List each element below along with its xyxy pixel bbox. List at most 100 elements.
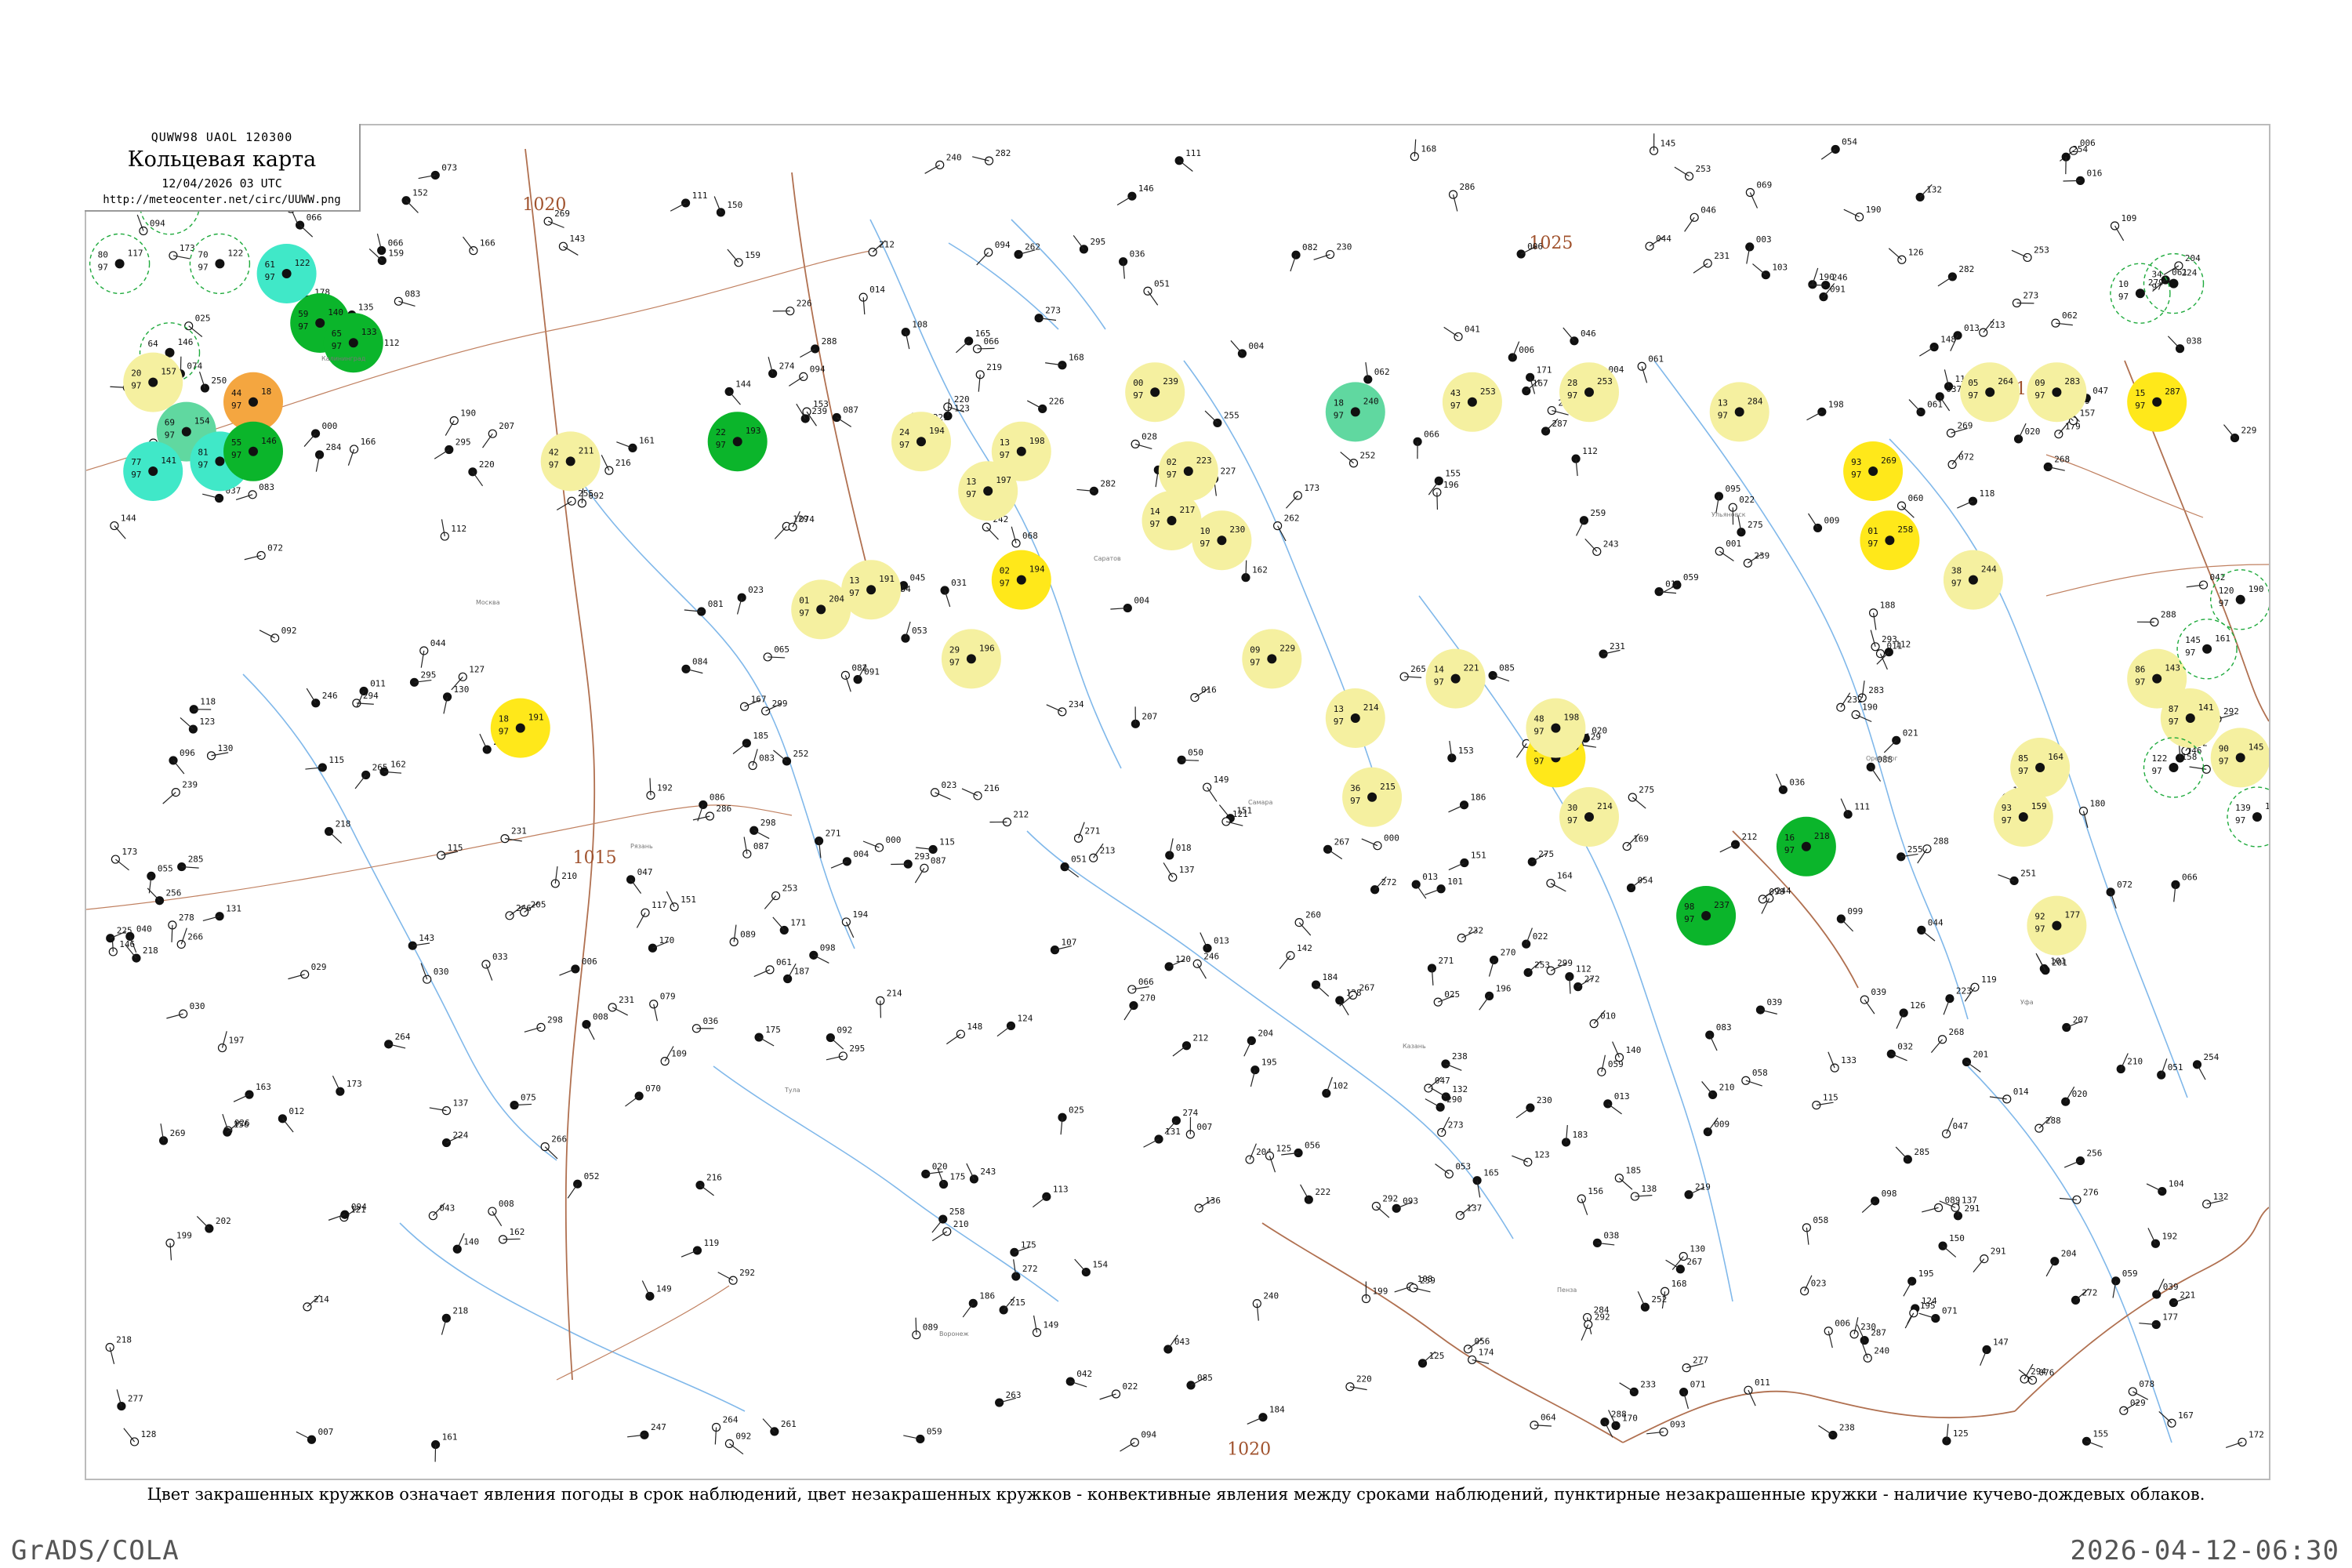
- weather-station[interactable]: 28 97 253: [1559, 362, 1619, 423]
- station-symbol: 256: [2063, 1149, 2102, 1168]
- weather-station[interactable]: 80 97 117: [89, 233, 151, 295]
- station-symbol: 186: [962, 1290, 995, 1318]
- station-symbol: 261: [762, 1418, 797, 1436]
- svg-text:060: 060: [1908, 493, 1924, 503]
- station-pressure: 221: [1464, 663, 1479, 673]
- station-symbol: 098: [1861, 1189, 1896, 1213]
- station-symbol: 220: [468, 459, 495, 487]
- svg-text:232: 232: [1468, 925, 1483, 935]
- weather-station[interactable]: 10 97 279: [2110, 263, 2171, 324]
- svg-text:202: 202: [216, 1216, 231, 1226]
- weather-station[interactable]: 13 97 284: [1709, 382, 1769, 442]
- weather-station[interactable]: 120 97 190: [2210, 569, 2269, 630]
- weather-station[interactable]: 09 97 229: [1242, 629, 1302, 689]
- weather-station[interactable]: 77 97 141: [123, 441, 183, 501]
- svg-text:204: 204: [2061, 1249, 2077, 1259]
- weather-station[interactable]: 00 97 239: [1125, 362, 1185, 423]
- station-pressure: 258: [1897, 524, 1913, 535]
- weather-station[interactable]: 01 97 204: [791, 579, 851, 640]
- weather-station[interactable]: 38 97 244: [1943, 550, 2003, 610]
- svg-text:083: 083: [405, 289, 420, 299]
- svg-text:273: 273: [1045, 306, 1061, 316]
- svg-text:256: 256: [166, 888, 182, 898]
- station-symbol: 126: [1896, 1000, 1926, 1029]
- weather-station[interactable]: 92 97 177: [2027, 895, 2087, 956]
- station-symbol: 053: [901, 621, 927, 643]
- synoptic-map: 1020102510151025102510251020 21816211214…: [86, 133, 2269, 1462]
- station-symbol: 118: [189, 697, 216, 714]
- svg-text:091: 091: [864, 667, 880, 677]
- weather-station[interactable]: 05 97 264: [1960, 362, 2020, 423]
- weather-station[interactable]: 90 97 145: [2210, 728, 2269, 788]
- station-pressure: 223: [1196, 456, 1212, 466]
- weather-station[interactable]: 145 97 161: [2176, 619, 2238, 680]
- weather-station[interactable]: 20 97 157: [123, 352, 183, 412]
- svg-text:212: 212: [1742, 832, 1758, 842]
- station-temperature: 61: [265, 260, 275, 270]
- station-temperature: 02: [1000, 566, 1010, 576]
- weather-station[interactable]: 02 97 194: [991, 550, 1051, 610]
- svg-text:190: 190: [1866, 205, 1882, 215]
- weather-station[interactable]: 65 97 133: [323, 313, 383, 373]
- svg-text:098: 098: [820, 942, 836, 953]
- station-pressure: 117: [128, 248, 143, 258]
- source-url[interactable]: http://meteocenter.net/circ/UUWW.png: [85, 194, 359, 206]
- weather-station[interactable]: 48 97 198: [1526, 698, 1586, 758]
- station-pressure: 197: [996, 475, 1011, 485]
- weather-station[interactable]: 15 97 287: [2127, 372, 2187, 432]
- weather-station[interactable]: 61 97 122: [256, 244, 317, 303]
- svg-text:152: 152: [412, 188, 428, 198]
- weather-station[interactable]: 16 97 218: [1776, 816, 1836, 877]
- station-pressure: 287: [2165, 387, 2180, 397]
- weather-station[interactable]: 86 97 143: [2127, 648, 2187, 709]
- station-symbol: 083: [748, 749, 775, 771]
- station-symbol: 111: [1840, 798, 1870, 819]
- svg-text:199: 199: [176, 1231, 192, 1241]
- station-dewpoint: 97: [198, 459, 208, 470]
- weather-station[interactable]: 29 97 196: [941, 629, 1001, 689]
- svg-text:071: 071: [1942, 1306, 1958, 1316]
- weather-station[interactable]: 22 97 193: [707, 412, 768, 472]
- weather-station[interactable]: 09 97 283: [2027, 362, 2087, 423]
- weather-station[interactable]: 85 97 164: [2010, 738, 2071, 797]
- station-temperature: 65: [332, 328, 342, 339]
- weather-station[interactable]: 43 97 253: [1442, 372, 1502, 432]
- station-symbol: 124: [996, 1013, 1033, 1037]
- station-symbol: 043: [428, 1203, 455, 1221]
- station-symbol: 195: [1250, 1058, 1277, 1087]
- svg-text:269: 269: [170, 1128, 186, 1138]
- svg-text:270: 270: [1501, 947, 1516, 957]
- weather-station[interactable]: 13 97 197: [958, 461, 1018, 521]
- weather-station[interactable]: 24 97 194: [891, 412, 951, 472]
- weather-station[interactable]: 14 97 221: [1425, 648, 1486, 709]
- station-symbol: 054: [1820, 136, 1857, 160]
- weather-station[interactable]: 36 97 215: [1342, 767, 1403, 827]
- weather-station[interactable]: 18 97 191: [490, 698, 550, 758]
- weather-station[interactable]: 18 97 240: [1325, 382, 1385, 442]
- station-symbol: 159: [368, 248, 404, 265]
- weather-station[interactable]: 93 97 269: [1843, 441, 1904, 501]
- svg-text:207: 207: [2073, 1014, 2089, 1025]
- weather-station[interactable]: 139 97 165: [2227, 786, 2269, 848]
- station-dewpoint: 97: [1350, 796, 1360, 806]
- station-symbol: 170: [648, 935, 674, 953]
- weather-station[interactable]: 30 97 214: [1559, 787, 1619, 847]
- station-pressure: 211: [579, 445, 594, 456]
- svg-text:161: 161: [639, 435, 655, 445]
- weather-station[interactable]: 10 97 230: [1192, 510, 1252, 571]
- weather-station[interactable]: 13 97 214: [1325, 688, 1385, 748]
- weather-station[interactable]: 70 97 122: [189, 233, 251, 295]
- station-dot: [916, 437, 926, 447]
- svg-text:171: 171: [1537, 365, 1552, 375]
- station-dot: [1450, 673, 1461, 684]
- weather-station[interactable]: 01 97 258: [1860, 510, 1920, 571]
- station-symbol: 043: [1163, 1334, 1190, 1354]
- station-temperature: 38: [1951, 566, 1962, 576]
- weather-station[interactable]: 98 97 237: [1676, 886, 1737, 946]
- weather-station[interactable]: 55 97 146: [223, 421, 283, 481]
- station-temperature: 86: [2135, 665, 2145, 675]
- svg-text:155: 155: [2092, 1428, 2108, 1439]
- svg-text:058: 058: [1752, 1068, 1768, 1078]
- weather-station[interactable]: 42 97 211: [540, 431, 601, 492]
- station-dot: [348, 338, 358, 348]
